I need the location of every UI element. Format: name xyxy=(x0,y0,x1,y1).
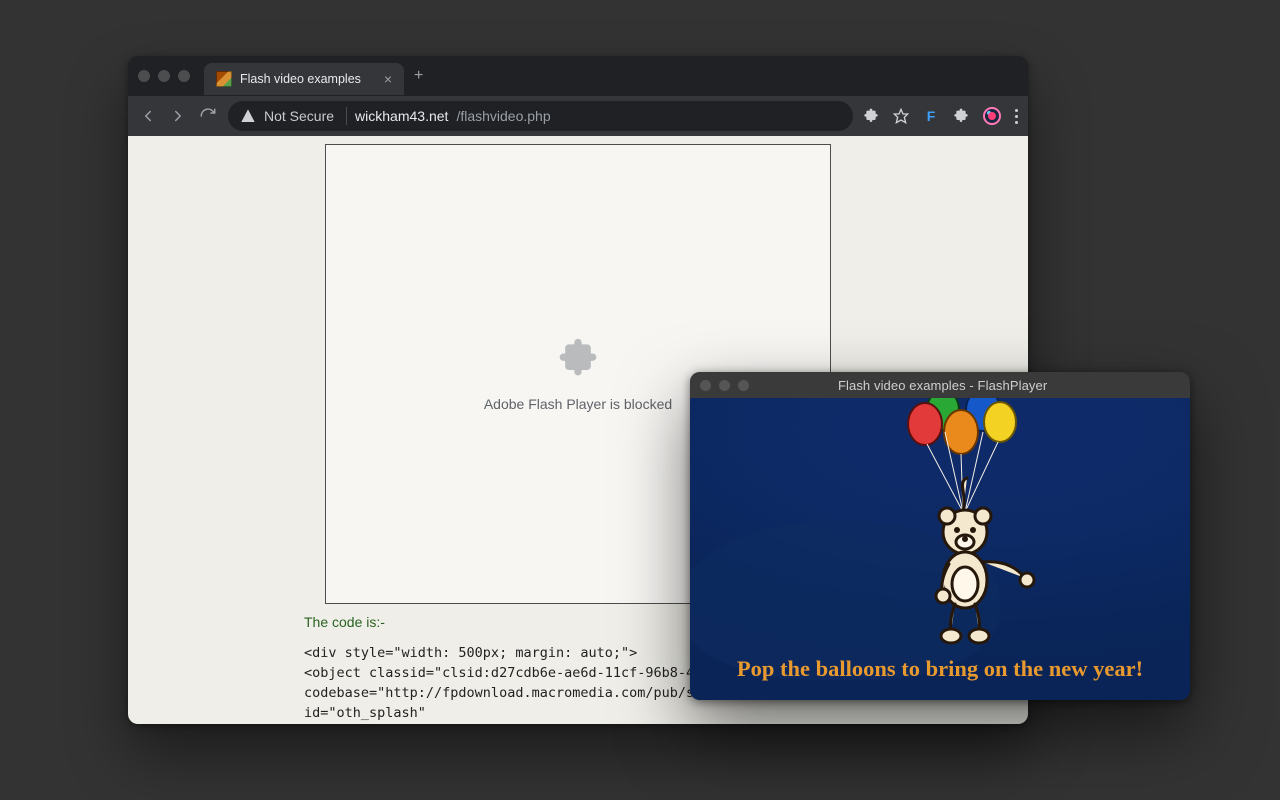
profile-avatar[interactable] xyxy=(983,107,1001,125)
tab-active[interactable]: Flash video examples × xyxy=(204,63,404,95)
address-bar[interactable]: Not Secure wickham43.net/flashvideo.php xyxy=(228,101,853,131)
reload-button[interactable] xyxy=(198,106,218,126)
player-title-text: Flash video examples - FlashPlayer xyxy=(838,378,1047,393)
balloons-icon[interactable] xyxy=(908,398,1016,454)
forward-button[interactable] xyxy=(168,106,188,126)
bookmark-star-icon[interactable] xyxy=(893,108,909,124)
traffic-minimize-icon[interactable] xyxy=(719,380,730,391)
extension-f-icon[interactable]: F xyxy=(923,108,939,124)
new-tab-button[interactable]: + xyxy=(414,67,423,85)
extensions-button[interactable] xyxy=(953,108,969,124)
not-secure-label: Not Secure xyxy=(264,108,334,124)
toolbar: Not Secure wickham43.net/flashvideo.php … xyxy=(128,96,1028,136)
not-secure-icon xyxy=(240,108,256,124)
toolbar-right-icons: F xyxy=(863,107,1018,125)
traffic-zoom-icon[interactable] xyxy=(178,70,190,82)
traffic-close-icon[interactable] xyxy=(700,380,711,391)
url-path: /flashvideo.php xyxy=(456,108,550,124)
tabstrip: Flash video examples × + xyxy=(128,56,1028,96)
stage-caption: Pop the balloons to bring on the new yea… xyxy=(690,656,1190,682)
flashplayer-window: Flash video examples - FlashPlayer xyxy=(690,372,1190,700)
player-traffic-lights[interactable] xyxy=(700,380,749,391)
traffic-zoom-icon[interactable] xyxy=(738,380,749,391)
omnibox-divider xyxy=(346,107,347,125)
traffic-minimize-icon[interactable] xyxy=(158,70,170,82)
plugin-puzzle-icon xyxy=(556,337,600,384)
favicon-icon xyxy=(216,71,232,87)
tab-close-button[interactable]: × xyxy=(384,72,392,86)
plugin-blocked-message: Adobe Flash Player is blocked xyxy=(484,396,672,412)
player-window-title: Flash video examples - FlashPlayer xyxy=(759,378,1180,393)
window-traffic-lights[interactable] xyxy=(138,70,190,82)
traffic-close-icon[interactable] xyxy=(138,70,150,82)
flash-stage[interactable]: Pop the balloons to bring on the new yea… xyxy=(690,398,1190,700)
back-button[interactable] xyxy=(138,106,158,126)
extension-flash-icon[interactable] xyxy=(863,108,879,124)
tab-title: Flash video examples xyxy=(240,72,361,86)
bear-with-balloons[interactable] xyxy=(865,398,1065,652)
player-titlebar[interactable]: Flash video examples - FlashPlayer xyxy=(690,372,1190,398)
url-host: wickham43.net xyxy=(355,108,448,124)
bear-icon xyxy=(936,478,1034,643)
chrome-menu-button[interactable] xyxy=(1015,109,1018,124)
